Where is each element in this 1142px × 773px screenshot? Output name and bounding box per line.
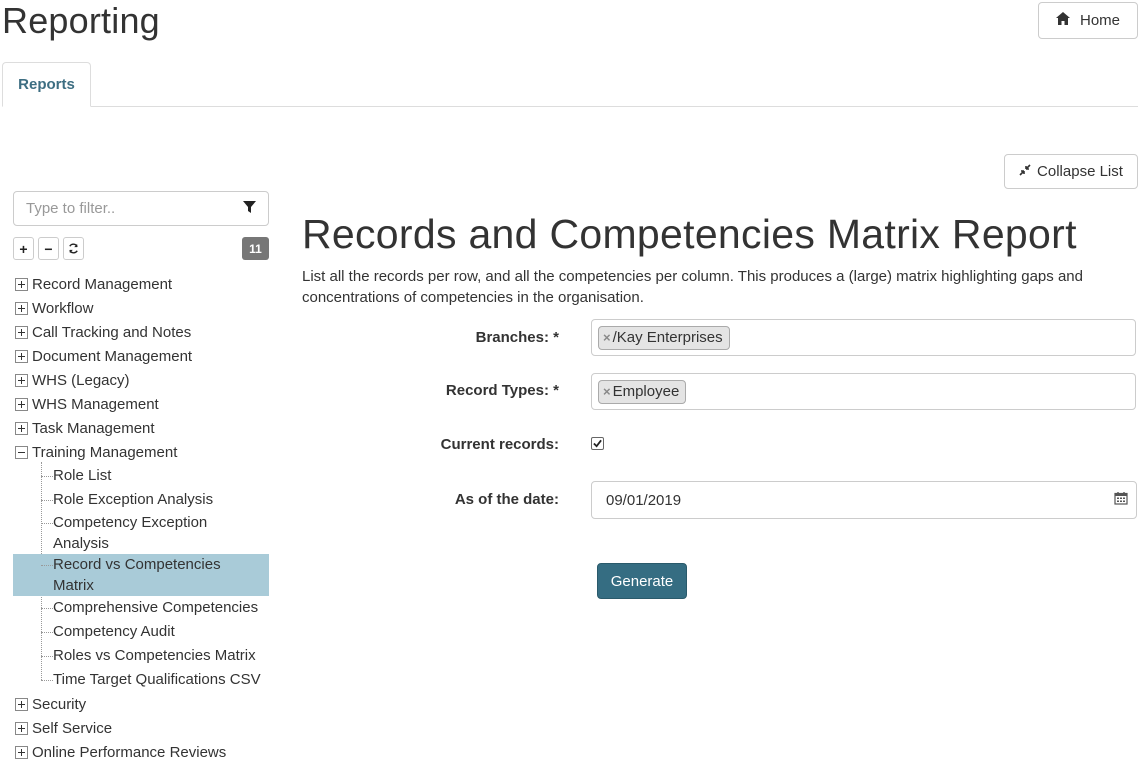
as-of-date-label: As of the date:: [454, 491, 559, 508]
record-types-label: Record Types: *: [445, 382, 559, 399]
tabs-divider: [2, 106, 1138, 107]
branches-label: Branches: *: [475, 329, 559, 346]
expand-icon[interactable]: [15, 325, 28, 339]
expand-icon[interactable]: [15, 349, 28, 363]
tab-reports[interactable]: Reports: [2, 62, 91, 107]
expand-icon[interactable]: [15, 397, 28, 411]
tree-group-document-management[interactable]: Document Management: [13, 344, 192, 368]
tree-group-online-performance-reviews[interactable]: Online Performance Reviews: [13, 740, 226, 764]
home-icon: [1055, 12, 1070, 29]
expand-icon[interactable]: [15, 421, 28, 435]
report-title: Records and Competencies Matrix Report: [302, 211, 1077, 257]
expand-icon[interactable]: [15, 721, 28, 735]
filter-icon[interactable]: [243, 200, 256, 217]
count-badge: 11: [242, 237, 269, 260]
compress-icon: [1019, 163, 1031, 180]
branch-tag: × /Kay Enterprises: [598, 325, 730, 350]
remove-tag-icon[interactable]: ×: [603, 330, 611, 345]
home-label: Home: [1079, 12, 1120, 29]
expand-icon[interactable]: [15, 697, 28, 711]
collapse-list-button[interactable]: Collapse List: [1004, 154, 1138, 189]
tree-group-security[interactable]: Security: [13, 692, 86, 716]
tree-group-task-management[interactable]: Task Management: [13, 416, 155, 440]
filter-field[interactable]: [13, 191, 269, 226]
branches-select[interactable]: × /Kay Enterprises: [591, 319, 1136, 356]
generate-button[interactable]: Generate: [597, 563, 687, 599]
tree-group-whs-management[interactable]: WHS Management: [13, 392, 159, 416]
tree-group-call-tracking[interactable]: Call Tracking and Notes: [13, 320, 191, 344]
checkmark-icon: [593, 439, 602, 448]
remove-tag-icon[interactable]: ×: [603, 384, 611, 399]
as-of-date-input[interactable]: 09/01/2019: [591, 481, 1137, 519]
current-records-checkbox[interactable]: [591, 437, 604, 450]
tree-group-training-management[interactable]: Training Management: [13, 440, 177, 464]
tree-group-workflow[interactable]: Workflow: [13, 296, 93, 320]
current-records-label: Current records:: [440, 436, 559, 453]
expand-icon[interactable]: [15, 373, 28, 387]
home-button[interactable]: Home: [1038, 2, 1138, 39]
refresh-button[interactable]: [63, 237, 84, 260]
record-type-tag: × Employee: [598, 379, 687, 404]
page-title: Reporting: [2, 0, 160, 41]
refresh-icon: [68, 241, 79, 257]
tree-group-record-management[interactable]: Record Management: [13, 272, 172, 296]
filter-input[interactable]: [26, 200, 243, 217]
expand-all-button[interactable]: +: [13, 237, 34, 260]
tree-toolbar: + −: [13, 237, 84, 260]
collapse-all-button[interactable]: −: [38, 237, 59, 260]
tree-group-whs-legacy[interactable]: WHS (Legacy): [13, 368, 130, 392]
date-value: 09/01/2019: [606, 491, 682, 509]
collapse-icon[interactable]: [15, 445, 28, 459]
calendar-icon[interactable]: [1114, 491, 1128, 509]
tree-group-self-service[interactable]: Self Service: [13, 716, 112, 740]
expand-icon[interactable]: [15, 745, 28, 759]
expand-icon[interactable]: [15, 301, 28, 315]
collapse-list-label: Collapse List: [1037, 163, 1123, 180]
record-types-select[interactable]: × Employee: [591, 373, 1136, 410]
expand-icon[interactable]: [15, 277, 28, 291]
report-description: List all the records per row, and all th…: [302, 268, 1083, 306]
